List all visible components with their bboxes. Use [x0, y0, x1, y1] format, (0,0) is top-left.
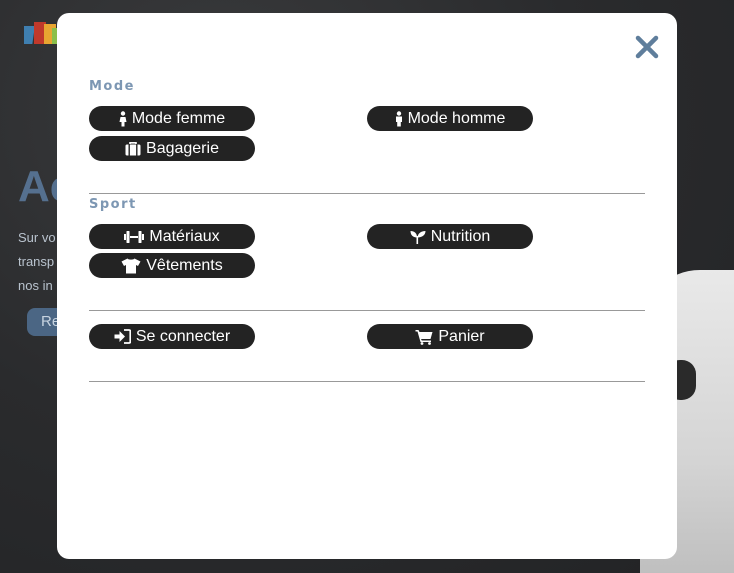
- section-title-mode: Mode: [89, 79, 135, 94]
- section-divider: [89, 193, 645, 194]
- nav-button-label: Se connecter: [135, 327, 231, 345]
- nav-button-label: Mode homme: [407, 109, 506, 127]
- background-text-line: transp: [18, 254, 55, 269]
- dumbbell-icon: [124, 230, 145, 244]
- nav-button-label: Bagagerie: [146, 139, 219, 157]
- nav-button-label: Mode femme: [131, 109, 226, 127]
- sign-in-icon: [114, 329, 131, 344]
- nav-button-label: Matériaux: [149, 227, 220, 245]
- section-divider: [89, 381, 645, 382]
- background-text-line: Sur vo: [18, 230, 56, 245]
- nav-button-label: Vêtements: [146, 256, 223, 274]
- nav-button-label: Nutrition: [430, 227, 491, 245]
- seedling-icon: [410, 230, 426, 244]
- background-text-line: nos in: [18, 278, 53, 293]
- section-divider: [89, 310, 645, 311]
- cart-icon: [415, 329, 433, 345]
- nav-button-bagagerie[interactable]: Bagagerie: [89, 136, 255, 161]
- nav-button-mode-homme[interactable]: Mode homme: [367, 106, 533, 131]
- navigation-modal: Mode Mode femme Mode homme Bagagerie Spo…: [57, 13, 677, 559]
- nav-button-label: Panier: [438, 327, 485, 345]
- nav-button-se-connecter[interactable]: Se connecter: [89, 324, 255, 349]
- suitcase-icon: [125, 141, 141, 156]
- close-icon: [635, 35, 659, 59]
- female-icon: [119, 110, 127, 127]
- nav-button-mode-femme[interactable]: Mode femme: [89, 106, 255, 131]
- male-icon: [395, 110, 403, 127]
- page: Ac Sur vo transp nos in Re Mode Mode fem…: [0, 0, 734, 573]
- nav-button-vetements[interactable]: Vêtements: [89, 253, 255, 278]
- tshirt-icon: [121, 258, 141, 274]
- nav-button-materiaux[interactable]: Matériaux: [89, 224, 255, 249]
- section-title-sport: Sport: [89, 197, 137, 212]
- nav-button-nutrition[interactable]: Nutrition: [367, 224, 533, 249]
- nav-button-panier[interactable]: Panier: [367, 324, 533, 349]
- close-button[interactable]: [633, 33, 661, 61]
